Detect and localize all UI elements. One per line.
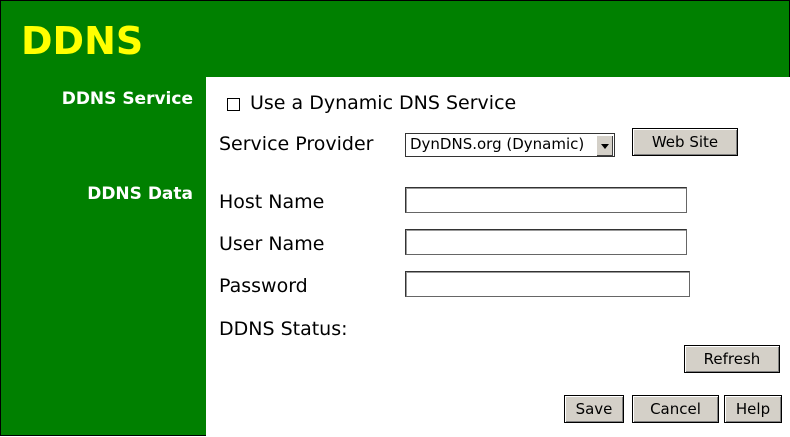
cancel-button[interactable]: Cancel [632,395,719,423]
help-button[interactable]: Help [724,395,782,423]
save-button[interactable]: Save [564,395,624,423]
password-input[interactable] [405,271,690,297]
web-site-button[interactable]: Web Site [632,128,738,156]
section-label-ddns-data: DDNS Data [87,184,193,204]
service-provider-label: Service Provider [219,133,374,155]
use-ddns-label: Use a Dynamic DNS Service [250,92,517,114]
settings-content: Use a Dynamic DNS Service Service Provid… [206,77,790,437]
page-title: DDNS [21,19,144,63]
refresh-button[interactable]: Refresh [684,345,780,373]
ddns-status-label: DDNS Status: [219,318,348,340]
ddns-panel: DDNS DDNS Service DDNS Data Use a Dynami… [0,0,790,437]
use-ddns-checkbox[interactable] [227,98,240,111]
service-provider-value: DynDNS.org (Dynamic) [410,135,585,153]
service-provider-select[interactable]: DynDNS.org (Dynamic) [405,133,615,157]
host-name-label: Host Name [219,191,325,213]
chevron-down-icon[interactable] [596,135,613,156]
user-name-label: User Name [219,233,325,255]
section-label-ddns-service: DDNS Service [61,89,193,109]
host-name-input[interactable] [405,187,687,213]
user-name-input[interactable] [405,229,687,255]
password-label: Password [219,275,308,297]
